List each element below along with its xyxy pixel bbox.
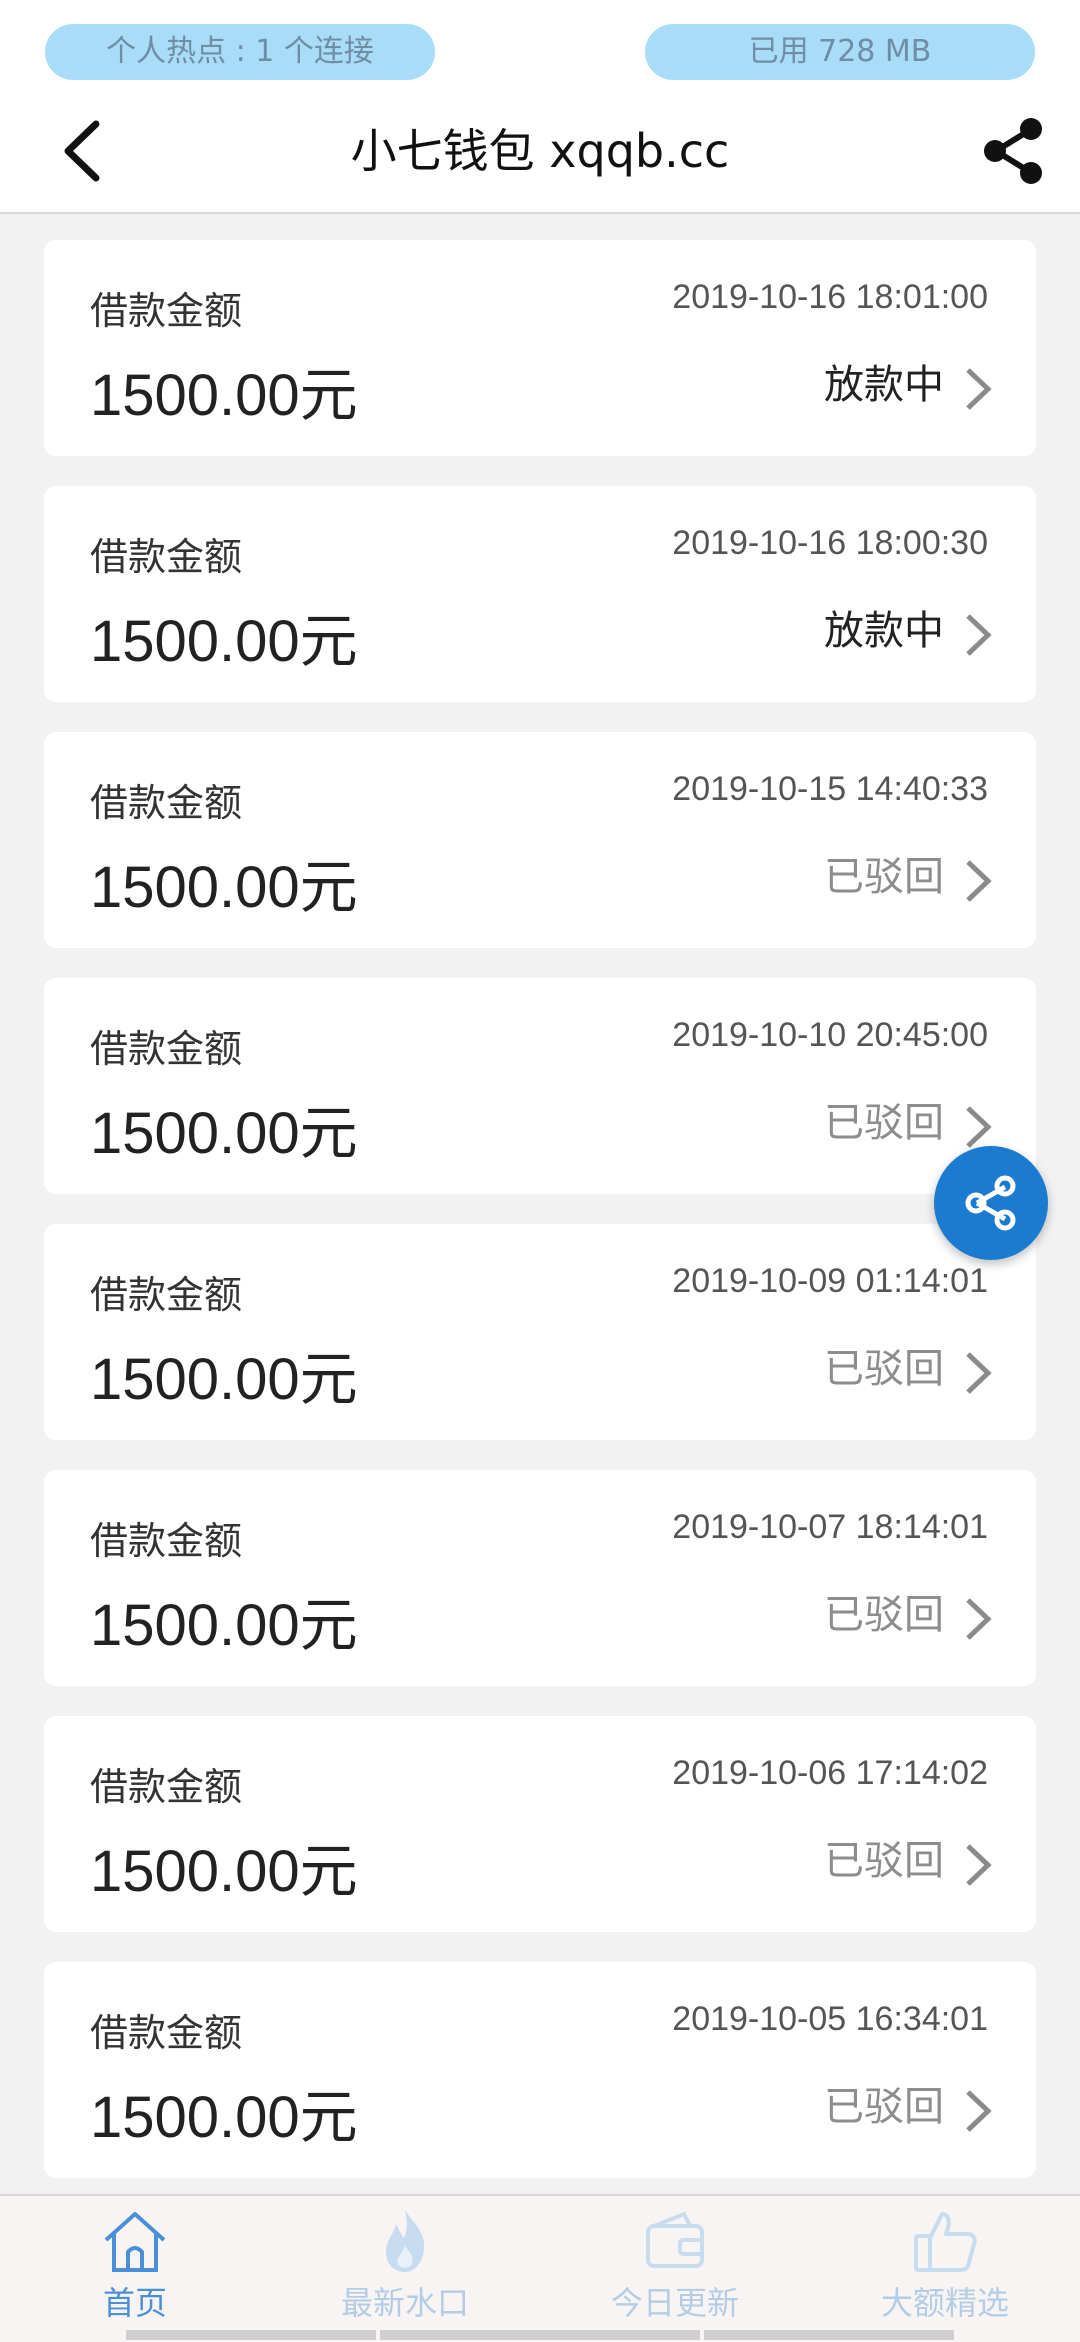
floating-share-button[interactable] xyxy=(934,1146,1048,1260)
loan-amount: 1500.00元 xyxy=(90,1347,358,1412)
chevron-right-icon xyxy=(966,614,992,656)
loan-amount: 1500.00元 xyxy=(90,609,358,674)
loan-card[interactable]: 借款金额 2019-10-06 17:14:02 1500.00元 已驳回 xyxy=(44,1716,1036,1932)
share-button[interactable] xyxy=(976,114,1050,188)
loan-time: 2019-10-07 18:14:01 xyxy=(672,1508,988,1546)
loan-status: 已驳回 xyxy=(824,1346,944,1392)
data-usage-indicator[interactable]: 已用 728 MB xyxy=(645,24,1035,80)
loan-amount: 1500.00元 xyxy=(90,1101,358,1166)
status-bar: 个人热点 : 1 个连接 已用 728 MB xyxy=(0,0,1080,90)
share-icon xyxy=(984,118,1042,184)
loan-card[interactable]: 借款金额 2019-10-15 14:40:33 1500.00元 已驳回 xyxy=(44,732,1036,948)
thumbs-up-icon xyxy=(914,2212,977,2272)
loan-status: 放款中 xyxy=(824,608,944,654)
loan-label: 借款金额 xyxy=(90,535,243,579)
loan-time: 2019-10-05 16:34:01 xyxy=(672,2000,988,2038)
tab-label: 首页 xyxy=(102,2284,167,2322)
loan-status: 已驳回 xyxy=(824,2084,944,2130)
loan-label: 借款金额 xyxy=(90,781,243,825)
chevron-right-icon xyxy=(966,860,992,902)
loan-status: 已驳回 xyxy=(824,1592,944,1638)
loan-card[interactable]: 借款金额 2019-10-07 18:14:01 1500.00元 已驳回 xyxy=(44,1470,1036,1686)
share-icon xyxy=(965,1175,1016,1231)
home-icon xyxy=(104,2212,166,2272)
tab-label: 大额精选 xyxy=(880,2284,1009,2322)
chevron-right-icon xyxy=(966,1844,992,1886)
home-indicator xyxy=(126,2330,376,2340)
loan-time: 2019-10-16 18:00:30 xyxy=(672,524,988,562)
loan-label: 借款金额 xyxy=(90,2011,243,2055)
tab-home[interactable]: 首页 xyxy=(0,2196,270,2342)
tab-label: 今日更新 xyxy=(610,2284,739,2322)
loan-card[interactable]: 借款金额 2019-10-09 01:14:01 1500.00元 已驳回 xyxy=(44,1224,1036,1440)
loan-status: 放款中 xyxy=(824,362,944,408)
loan-status: 已驳回 xyxy=(824,1838,944,1884)
loan-time: 2019-10-15 14:40:33 xyxy=(672,770,988,808)
page-title: 小七钱包 xqqb.cc xyxy=(350,124,730,178)
loan-status: 已驳回 xyxy=(824,854,944,900)
loan-amount: 1500.00元 xyxy=(90,855,358,920)
loan-label: 借款金额 xyxy=(90,289,243,333)
nav-bar: 小七钱包 xqqb.cc xyxy=(0,90,1080,214)
loan-card[interactable]: 借款金额 2019-10-05 16:34:01 1500.00元 已驳回 xyxy=(44,1962,1036,2178)
loan-amount: 1500.00元 xyxy=(90,363,358,428)
loan-label: 借款金额 xyxy=(90,1027,243,1071)
loan-amount: 1500.00元 xyxy=(90,1593,358,1658)
loan-card[interactable]: 借款金额 2019-10-10 20:45:00 1500.00元 已驳回 xyxy=(44,978,1036,1194)
tab-label: 最新水口 xyxy=(340,2284,469,2322)
loan-label: 借款金额 xyxy=(90,1519,243,1563)
wallet-icon xyxy=(646,2211,704,2268)
hotspot-indicator[interactable]: 个人热点 : 1 个连接 xyxy=(45,24,435,80)
chevron-right-icon xyxy=(966,1598,992,1640)
loan-time: 2019-10-09 01:14:01 xyxy=(672,1262,988,1300)
tab-today[interactable]: 今日更新 xyxy=(540,2196,810,2342)
tab-bar: 首页 最新水口 今日更新 大额精选 xyxy=(0,2194,1080,2342)
loan-amount: 1500.00元 xyxy=(90,2085,358,2150)
loan-card[interactable]: 借款金额 2019-10-16 18:00:30 1500.00元 放款中 xyxy=(44,486,1036,702)
chevron-right-icon xyxy=(966,2090,992,2132)
chevron-right-icon xyxy=(966,368,992,410)
loan-label: 借款金额 xyxy=(90,1273,243,1317)
chevron-right-icon xyxy=(966,1352,992,1394)
home-indicator xyxy=(704,2330,954,2340)
tab-featured[interactable]: 大额精选 xyxy=(810,2196,1080,2342)
loan-status: 已驳回 xyxy=(824,1100,944,1146)
loan-time: 2019-10-16 18:01:00 xyxy=(672,278,988,316)
loan-time: 2019-10-06 17:14:02 xyxy=(672,1754,988,1792)
flame-icon xyxy=(386,2210,425,2272)
home-indicator xyxy=(380,2330,700,2340)
loan-card[interactable]: 借款金额 2019-10-16 18:01:00 1500.00元 放款中 xyxy=(44,240,1036,456)
loan-time: 2019-10-10 20:45:00 xyxy=(672,1016,988,1054)
tab-latest[interactable]: 最新水口 xyxy=(270,2196,540,2342)
chevron-right-icon xyxy=(966,1106,992,1148)
loan-label: 借款金额 xyxy=(90,1765,243,1809)
loan-amount: 1500.00元 xyxy=(90,1839,358,1904)
loan-list: 借款金额 2019-10-16 18:01:00 1500.00元 放款中 借款… xyxy=(44,240,1036,2208)
